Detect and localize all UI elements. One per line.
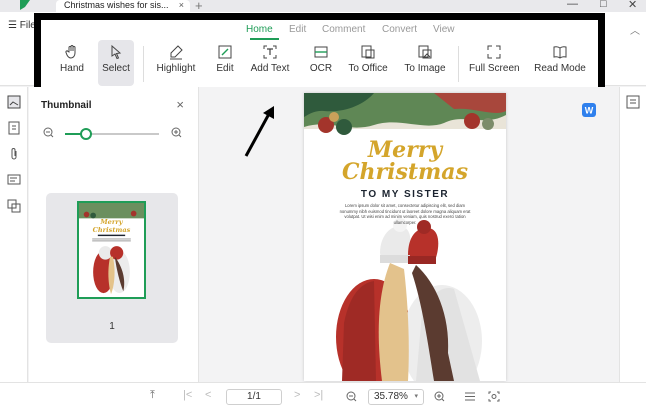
collapse-ribbon-icon[interactable]: ︿ (630, 22, 640, 37)
last-page-icon[interactable]: >| (314, 389, 323, 401)
properties-panel-icon[interactable] (626, 95, 640, 109)
thumbnail-preview: Merry Christmas (77, 201, 146, 299)
next-page-icon[interactable]: > (294, 389, 300, 401)
zoom-level-value: 35.78% (374, 391, 408, 402)
ocr-tool-label: OCR (309, 63, 333, 74)
to-office-tool-button[interactable]: To Office (345, 40, 391, 86)
zoom-in-icon[interactable] (171, 127, 182, 138)
tab-home[interactable]: Home (246, 24, 273, 35)
fit-page-icon[interactable] (488, 391, 500, 402)
first-page-icon[interactable]: ⤒ (150, 389, 155, 402)
svg-text:W: W (585, 106, 594, 116)
edit-icon (218, 45, 232, 59)
close-panel-icon[interactable]: × (176, 97, 184, 112)
full-screen-icon (487, 45, 501, 59)
minimize-icon[interactable]: — (567, 0, 578, 10)
highlight-tool-label: Highlight (156, 63, 196, 74)
svg-text:Christmas: Christmas (93, 226, 131, 234)
to-image-icon (418, 45, 432, 59)
tab-comment[interactable]: Comment (322, 24, 365, 35)
read-mode-tool-label: Read Mode (534, 63, 586, 74)
hamburger-icon: ☰ (8, 20, 20, 31)
to-office-tool-label: To Office (348, 63, 388, 74)
toolbar-divider (458, 46, 459, 82)
attachment-icon[interactable] (7, 147, 21, 161)
thumbnail-panel: Thumbnail × Merry Christmas 1 (29, 87, 199, 382)
thumbnail-image: Merry Christmas (79, 203, 144, 295)
thumbnail-zoom-slider[interactable] (65, 128, 159, 140)
thumbnail-icon[interactable] (7, 95, 21, 109)
add-text-tool-label: Add Text (250, 63, 290, 74)
previous-page-icon[interactable]: < (205, 389, 211, 401)
right-sidebar-rail (619, 87, 646, 382)
to-office-icon (361, 45, 375, 59)
zoom-level-select[interactable]: 35.78% ▾ (368, 389, 424, 405)
annotation-arrow (244, 106, 274, 157)
maximize-icon[interactable]: □ (600, 0, 607, 10)
full-screen-tool-button[interactable]: Full Screen (469, 40, 520, 86)
app-logo-icon (20, 0, 30, 10)
chevron-down-icon: ▾ (414, 393, 418, 400)
hand-tool-button[interactable]: Hand (55, 40, 89, 86)
thumbnail-page-number: 1 (109, 321, 115, 332)
skip-back-icon[interactable]: |< (183, 389, 192, 401)
add-text-icon (263, 45, 277, 59)
full-screen-tool-label: Full Screen (469, 63, 520, 74)
select-tool-label: Select (102, 63, 130, 74)
tab-convert[interactable]: Convert (382, 24, 417, 35)
title-bar: Christmas wishes for sis... × + — □ ✕ (0, 0, 646, 13)
tab-view[interactable]: View (433, 24, 455, 35)
edit-tool-label: Edit (216, 63, 234, 74)
hand-icon (65, 45, 76, 59)
zoom-slider-handle[interactable] (79, 128, 92, 140)
book-icon (553, 46, 567, 59)
cover-subtitle: TO MY SISTER (360, 189, 450, 200)
zoom-in-status-icon[interactable] (434, 391, 445, 402)
pdf-page[interactable]: Merry Christmas TO MY SISTER Lorem ipsum… (304, 93, 506, 381)
tab-edit[interactable]: Edit (289, 24, 306, 35)
cover-body-text: Lorem ipsum dolor sit amet, consectetur … (339, 203, 471, 225)
to-image-tool-button[interactable]: To Image (402, 40, 448, 86)
page-thumbnail[interactable]: Merry Christmas 1 (46, 193, 178, 343)
document-tab[interactable]: Christmas wishes for sis... × (56, 0, 190, 12)
highlighter-icon (170, 45, 183, 60)
toolbar-divider (143, 46, 144, 82)
read-mode-tool-button[interactable]: Read Mode (533, 40, 587, 86)
to-image-tool-label: To Image (404, 63, 446, 74)
fit-width-icon[interactable] (464, 391, 476, 402)
panel-title: Thumbnail (41, 100, 92, 111)
page-number-input[interactable]: 1/1 (226, 389, 282, 405)
zoom-out-icon[interactable] (43, 127, 54, 138)
ocr-tool-button[interactable]: OCR (305, 40, 337, 86)
edit-tool-button[interactable]: Edit (211, 40, 239, 86)
cursor-icon (111, 44, 122, 60)
hand-tool-label: Hand (60, 63, 84, 74)
ocr-icon (314, 46, 328, 58)
document-tab-title: Christmas wishes for sis... (64, 0, 169, 10)
file-menu[interactable]: ☰ File (8, 20, 36, 31)
translate-icon[interactable]: W (582, 103, 596, 117)
window-close-icon[interactable]: ✕ (628, 0, 637, 11)
highlight-tool-button[interactable]: Highlight (154, 40, 198, 86)
select-tool-button[interactable]: Select (98, 40, 134, 86)
cover-title-christmas: Christmas (342, 159, 468, 185)
add-text-tool-button[interactable]: Add Text (248, 40, 292, 86)
close-tab-icon[interactable]: × (179, 0, 184, 11)
status-bar: ⤒ |< < 1/1 > >| 35.78% ▾ (0, 382, 646, 409)
layers-icon[interactable] (7, 199, 21, 213)
zoom-out-status-icon[interactable] (346, 391, 357, 402)
ribbon-toolbar: Home Edit Comment Convert View Hand Sele… (34, 13, 605, 96)
comment-icon[interactable] (7, 173, 21, 187)
bookmark-icon[interactable] (7, 121, 21, 135)
left-sidebar-rail (0, 87, 28, 382)
